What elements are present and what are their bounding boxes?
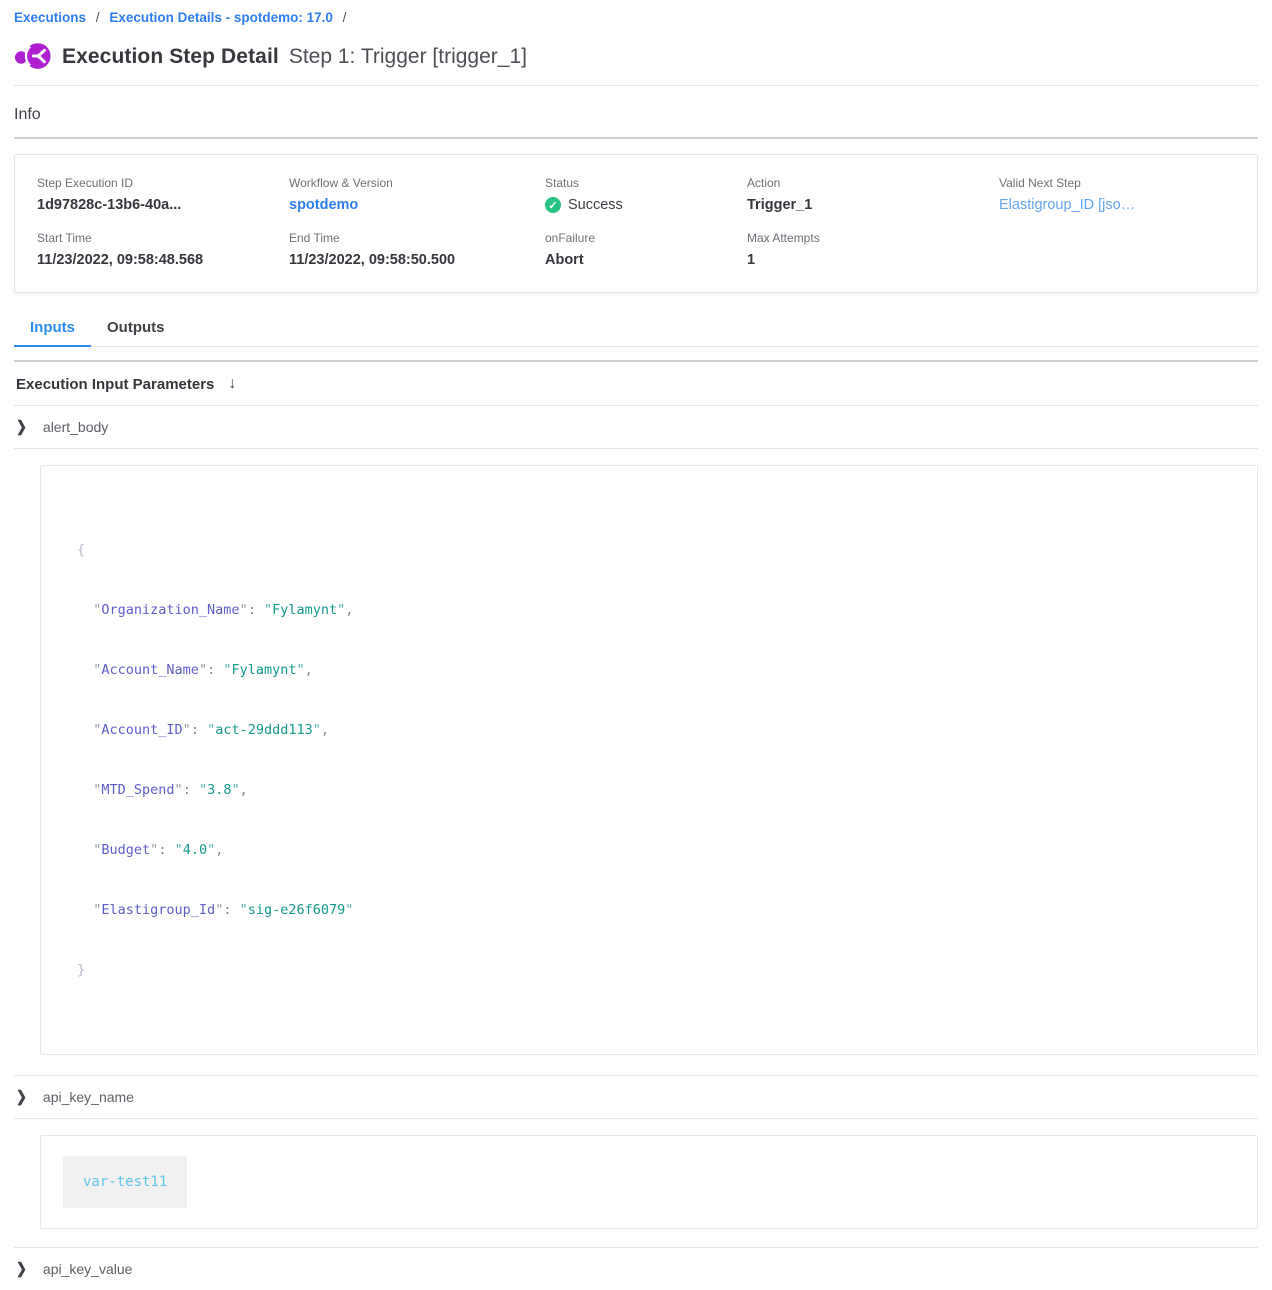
- field-value: 11/23/2022, 09:58:48.568: [37, 252, 289, 268]
- field-step-execution-id: Step Execution ID 1d97828c-13b6-40a...: [37, 176, 289, 213]
- param-section-api-key-value[interactable]: ❯ api_key_value: [14, 1248, 1258, 1290]
- field-label: Valid Next Step: [999, 176, 1247, 190]
- field-label: Max Attempts: [747, 231, 999, 245]
- param-name: alert_body: [43, 419, 108, 435]
- api-key-name-panel: var-test11: [40, 1135, 1258, 1229]
- param-section-api-key-name[interactable]: ❯ api_key_name: [14, 1076, 1258, 1118]
- field-valid-next-step: Valid Next Step Elastigroup_ID [jso…: [999, 176, 1247, 213]
- field-label: onFailure: [545, 231, 747, 245]
- field-label: Status: [545, 176, 747, 190]
- field-action: Action Trigger_1: [747, 176, 999, 213]
- valid-next-step-link[interactable]: Elastigroup_ID [jso…: [999, 197, 1247, 213]
- param-name: api_key_value: [43, 1261, 133, 1277]
- alert-body-json-panel: { Organization_Name: Fylamynt, Account_N…: [40, 465, 1258, 1055]
- json-line: Account_Name: Fylamynt,: [77, 660, 1221, 680]
- json-code-block: { Organization_Name: Fylamynt, Account_N…: [77, 500, 1221, 1020]
- fylamynt-logo-icon: [14, 40, 52, 73]
- field-label: Step Execution ID: [37, 176, 289, 190]
- page-subtitle: Step 1: Trigger [trigger_1]: [289, 45, 527, 69]
- breadcrumb-link-execution-details[interactable]: Execution Details - spotdemo: 17.0: [109, 10, 333, 25]
- info-section-title: Info: [14, 106, 1258, 124]
- tab-outputs[interactable]: Outputs: [91, 313, 181, 346]
- success-check-icon: ✓: [545, 197, 561, 213]
- breadcrumb-separator: /: [96, 10, 100, 25]
- json-line: {: [77, 540, 1221, 560]
- tab-inputs[interactable]: Inputs: [14, 313, 91, 347]
- field-label: Start Time: [37, 231, 289, 245]
- field-max-attempts: Max Attempts 1: [747, 231, 999, 268]
- json-line: Budget: 4.0,: [77, 840, 1221, 860]
- field-label: Workflow & Version: [289, 176, 545, 190]
- field-end-time: End Time 11/23/2022, 09:58:50.500: [289, 231, 545, 268]
- divider: [14, 1118, 1258, 1119]
- json-line: Elastigroup_Id: sig-e26f6079: [77, 900, 1221, 920]
- status-badge: ✓ Success: [545, 197, 747, 213]
- execution-step-detail-page: Executions / Execution Details - spotdem…: [0, 0, 1272, 1290]
- chevron-right-icon: ❯: [16, 1088, 27, 1106]
- field-status: Status ✓ Success: [545, 176, 747, 213]
- field-value: 1d97828c-13b6-40a...: [37, 197, 289, 213]
- field-value: 1: [747, 252, 999, 268]
- json-line: MTD_Spend: 3.8,: [77, 780, 1221, 800]
- param-name: api_key_name: [43, 1089, 134, 1105]
- page-header: Execution Step Detail Step 1: Trigger [t…: [14, 40, 1258, 73]
- field-label: End Time: [289, 231, 545, 245]
- params-title: Execution Input Parameters: [16, 376, 214, 393]
- api-key-name-value: var-test11: [63, 1156, 187, 1208]
- breadcrumb-link-executions[interactable]: Executions: [14, 10, 86, 25]
- workflow-link[interactable]: spotdemo: [289, 197, 545, 213]
- breadcrumb: Executions / Execution Details - spotdem…: [14, 0, 1258, 25]
- json-line: Organization_Name: Fylamynt,: [77, 600, 1221, 620]
- divider: [14, 137, 1258, 139]
- field-workflow-version: Workflow & Version spotdemo: [289, 176, 545, 213]
- field-value: Trigger_1: [747, 197, 999, 213]
- breadcrumb-separator: /: [343, 10, 347, 25]
- divider: [14, 448, 1258, 449]
- page-title: Execution Step Detail: [62, 45, 279, 69]
- execution-input-parameters-header: Execution Input Parameters ↓: [14, 362, 1258, 405]
- divider: [14, 85, 1258, 86]
- json-line: Account_ID: act-29ddd113,: [77, 720, 1221, 740]
- field-start-time: Start Time 11/23/2022, 09:58:48.568: [37, 231, 289, 268]
- info-card: Step Execution ID 1d97828c-13b6-40a... W…: [14, 154, 1258, 293]
- tab-bar: Inputs Outputs: [14, 313, 1258, 347]
- field-label: Action: [747, 176, 999, 190]
- field-value: Abort: [545, 252, 747, 268]
- chevron-right-icon: ❯: [16, 1260, 27, 1278]
- param-section-alert-body[interactable]: ❯ alert_body: [14, 406, 1258, 448]
- chevron-right-icon: ❯: [16, 418, 27, 436]
- field-value: 11/23/2022, 09:58:50.500: [289, 252, 545, 268]
- status-text: Success: [568, 197, 623, 213]
- json-line: }: [77, 960, 1221, 980]
- field-onfailure: onFailure Abort: [545, 231, 747, 268]
- sort-descending-icon[interactable]: ↓: [228, 375, 236, 393]
